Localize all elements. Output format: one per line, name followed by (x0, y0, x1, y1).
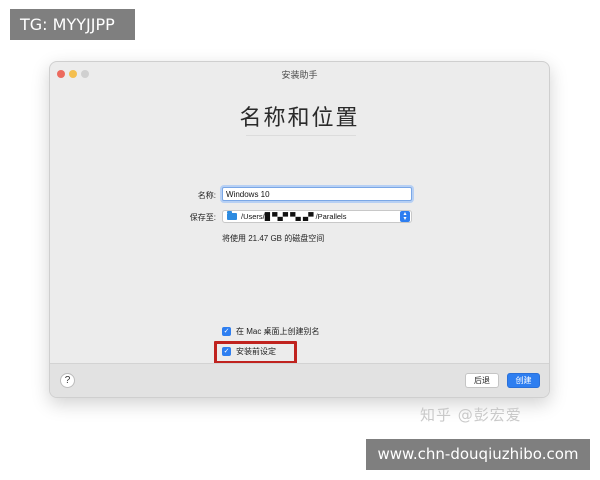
desktop-alias-checkbox[interactable]: ✓ (222, 327, 231, 336)
chevron-updown-icon: ▴ ▾ (400, 211, 410, 222)
page-heading: 名称和位置 (239, 106, 360, 131)
desktop-alias-option[interactable]: ✓ 在 Mac 桌面上创建别名 (222, 326, 320, 337)
window-title: 安装助手 (281, 70, 318, 80)
title-bar: 安装助手 (50, 62, 549, 86)
disk-usage-note: 将使用 21.47 GB 的磁盘空间 (222, 234, 325, 243)
installer-window: 安装助手 名称和位置 名称: 保存至: /Users/█ ▀▄▀ ▀▄ ▄▀ /… (49, 61, 550, 398)
tg-watermark: TG: MYYJJPP (10, 9, 135, 40)
vm-name-input[interactable] (222, 187, 412, 201)
help-button[interactable]: ? (60, 373, 75, 388)
name-label: 名称: (197, 191, 216, 200)
create-button[interactable]: 创建 (507, 373, 540, 388)
heading-divider (246, 135, 356, 136)
zhihu-watermark: 知乎 @彭宏爱 (420, 406, 522, 424)
footer-bar: ? 后退 创建 (50, 363, 549, 397)
save-to-label: 保存至: (189, 213, 216, 222)
desktop-alias-label: 在 Mac 桌面上创建别名 (236, 327, 320, 336)
save-location-select[interactable]: /Users/█ ▀▄▀ ▀▄ ▄▀ /Parallels ▴ ▾ (222, 210, 412, 223)
back-button[interactable]: 后退 (465, 373, 499, 388)
site-watermark: www.chn-douqiuzhibo.com (366, 439, 590, 470)
save-path-text: /Users/█ ▀▄▀ ▀▄ ▄▀ /Parallels (241, 212, 347, 221)
folder-icon (227, 211, 237, 220)
highlight-annotation (214, 341, 297, 364)
